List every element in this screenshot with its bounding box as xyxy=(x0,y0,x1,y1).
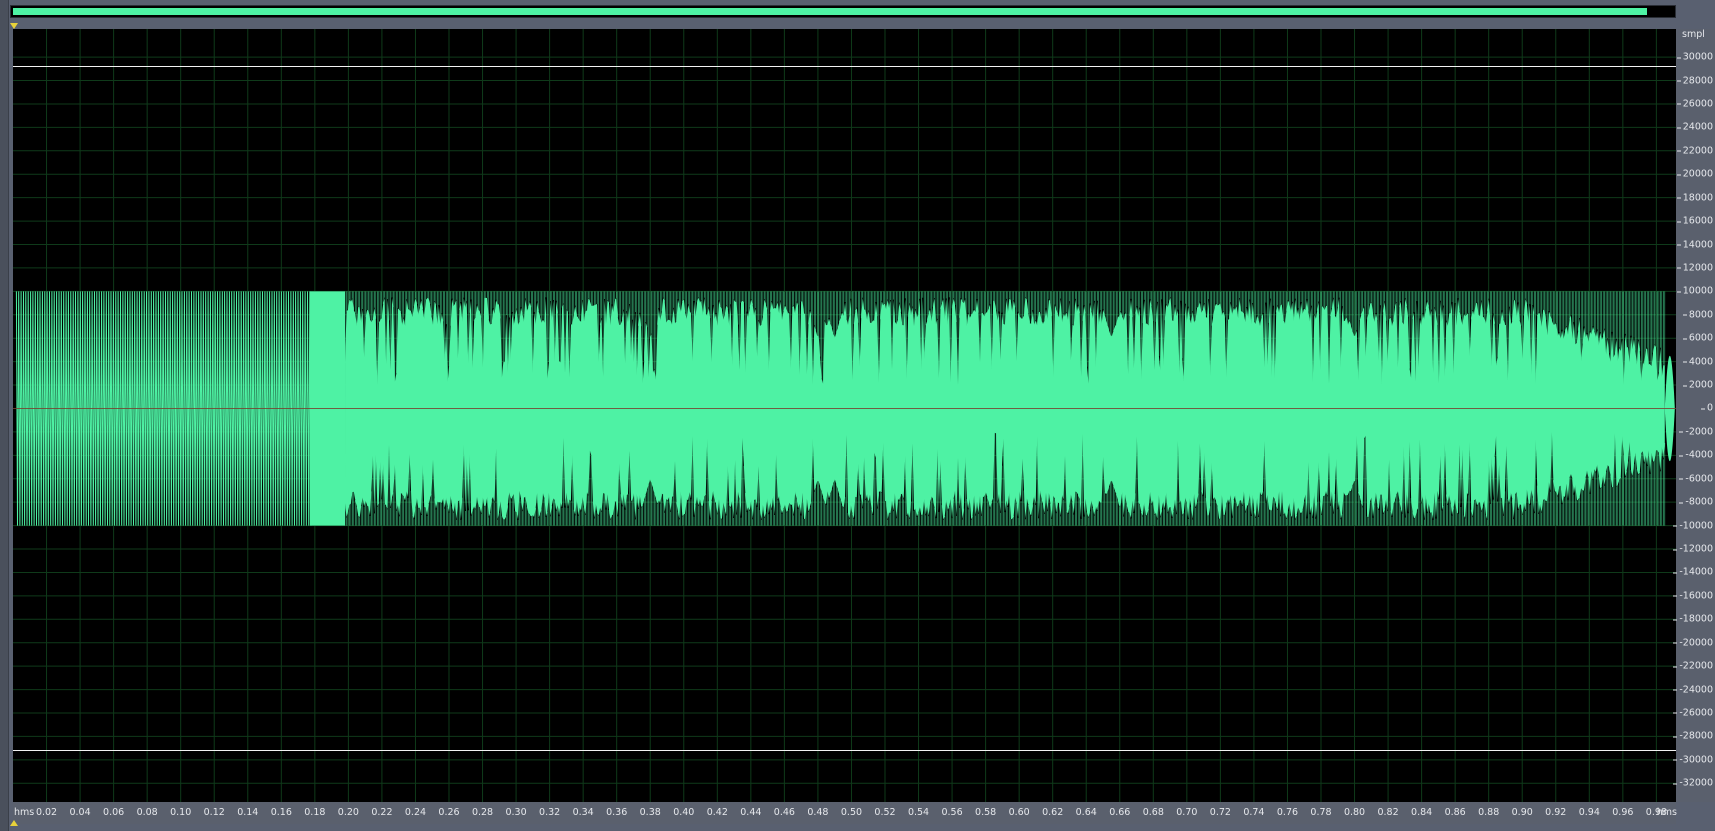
time-ruler[interactable]: hms hms 0.02 0.04 0.06 0.08 0.10 0.12 0.14 0.16… xyxy=(13,802,1677,824)
y-tick-label: 22000 xyxy=(1676,145,1713,157)
x-tick-label: 0.94 xyxy=(1578,807,1600,818)
x-tick-label: 0.28 xyxy=(471,807,494,818)
y-tick-label: -2000 xyxy=(1679,426,1713,438)
overview-scrollbar[interactable] xyxy=(10,5,1676,18)
y-tick-label: -6000 xyxy=(1679,473,1713,485)
y-tick-label: -18000 xyxy=(1673,613,1713,625)
x-tick-label: 0.30 xyxy=(505,807,527,818)
y-tick-label: -28000 xyxy=(1673,730,1713,742)
x-tick-label: 0.40 xyxy=(673,807,695,818)
waveform-editor-window: smpl 30000 28000 26000 24000 22000 20000 18000… xyxy=(0,0,1715,831)
x-tick-label: 0.42 xyxy=(706,807,728,818)
y-tick-label: -8000 xyxy=(1679,496,1713,508)
x-tick-label: 0.10 xyxy=(170,807,192,818)
y-tick-label: -10000 xyxy=(1673,520,1713,532)
x-tick-label: 0.38 xyxy=(639,807,661,818)
x-tick-label: 0.54 xyxy=(907,807,930,818)
x-tick-label: 0.56 xyxy=(941,807,963,818)
x-tick-label: 0.02 xyxy=(35,807,58,818)
x-tick-label: 0.58 xyxy=(975,807,997,818)
x-tick-label: 0.86 xyxy=(1444,807,1466,818)
y-unit-label: smpl xyxy=(1682,29,1705,40)
waveform-envelope xyxy=(345,291,1665,520)
x-tick-label: 0.96 xyxy=(1612,807,1634,818)
y-tick-label: 0 xyxy=(1700,402,1713,414)
y-tick-label: 16000 xyxy=(1676,215,1713,227)
y-tick-label: 12000 xyxy=(1676,262,1713,274)
y-tick-label: -30000 xyxy=(1673,754,1713,766)
x-tick-label: 0.62 xyxy=(1042,807,1064,818)
y-tick-label: 10000 xyxy=(1676,285,1713,297)
y-tick-label: -26000 xyxy=(1673,707,1713,719)
x-tick-label: 0.78 xyxy=(1310,807,1332,818)
y-tick-label: -16000 xyxy=(1673,590,1713,602)
y-tick-label: 8000 xyxy=(1682,309,1713,321)
x-tick-label: 0.36 xyxy=(606,807,628,818)
y-tick-label: -20000 xyxy=(1673,637,1713,649)
x-tick-label: 0.74 xyxy=(1243,807,1265,818)
x-tick-label: 0.82 xyxy=(1377,807,1399,818)
cursor-marker-bottom-icon[interactable] xyxy=(10,820,18,826)
x-tick-label: 0.98 xyxy=(1645,807,1667,818)
y-tick-label: 18000 xyxy=(1676,192,1713,204)
x-tick-label: 0.22 xyxy=(371,807,393,818)
x-tick-label: 0.50 xyxy=(840,807,863,818)
x-tick-label: 0.04 xyxy=(69,807,91,818)
x-tick-label: 0.84 xyxy=(1411,807,1433,818)
x-tick-label: 0.52 xyxy=(874,807,896,818)
x-tick-label: 0.16 xyxy=(270,807,292,818)
x-tick-label: 0.90 xyxy=(1511,807,1533,818)
y-tick-label: -4000 xyxy=(1679,449,1713,461)
y-tick-label: 14000 xyxy=(1676,239,1713,250)
y-tick-label: 4000 xyxy=(1682,356,1713,368)
x-tick-label: 0.20 xyxy=(337,807,359,818)
x-tick-label: 0.12 xyxy=(203,807,225,818)
x-tick-label: 0.46 xyxy=(773,807,795,818)
x-tick-label: 0.18 xyxy=(304,807,326,818)
x-tick-label: 0.08 xyxy=(136,807,158,818)
y-tick-label: -14000 xyxy=(1673,566,1713,578)
x-tick-label: 0.26 xyxy=(438,807,460,818)
y-tick-label: -32000 xyxy=(1673,777,1713,789)
waveform-canvas[interactable] xyxy=(13,29,1676,802)
x-tick-label: 0.72 xyxy=(1209,807,1231,818)
y-tick-label: 30000 xyxy=(1676,51,1713,63)
x-tick-label: 0.24 xyxy=(404,807,427,818)
waveform-display[interactable] xyxy=(13,29,1676,802)
x-tick-label: 0.48 xyxy=(807,807,829,818)
amplitude-ruler: smpl 30000 28000 26000 24000 22000 20000 18000… xyxy=(1673,29,1715,802)
y-tick-label: 2000 xyxy=(1682,379,1713,391)
x-tick-label: 0.44 xyxy=(740,807,762,818)
x-tick-label: 0.34 xyxy=(572,807,594,818)
x-tick-label: 0.64 xyxy=(1075,807,1097,818)
x-tick-label: 0.80 xyxy=(1343,807,1366,818)
y-tick-label: 20000 xyxy=(1676,168,1713,180)
x-tick-label: 0.60 xyxy=(1008,807,1030,818)
x-tick-label: 0.66 xyxy=(1109,807,1131,818)
y-tick-label: 28000 xyxy=(1676,75,1713,87)
y-tick-label: -24000 xyxy=(1673,684,1713,696)
x-tick-label: 0.32 xyxy=(539,807,561,818)
left-edge-panel xyxy=(0,0,9,831)
x-tick-label: 0.92 xyxy=(1545,807,1567,818)
x-tick-label: 0.76 xyxy=(1276,807,1299,818)
x-tick-label: 0.14 xyxy=(237,807,259,818)
x-tick-label: 0.06 xyxy=(103,807,125,818)
y-tick-label: -22000 xyxy=(1673,660,1713,672)
overview-visible-range[interactable] xyxy=(13,8,1647,15)
x-unit-label-left: hms xyxy=(14,807,35,818)
y-tick-label: 6000 xyxy=(1682,332,1713,344)
y-tick-label: 26000 xyxy=(1676,98,1713,110)
y-tick-label: -12000 xyxy=(1673,543,1713,555)
y-tick-label: 24000 xyxy=(1676,121,1713,133)
x-tick-label: 0.88 xyxy=(1478,807,1500,818)
x-tick-label: 0.68 xyxy=(1142,807,1164,818)
x-tick-label: 0.70 xyxy=(1176,807,1198,818)
